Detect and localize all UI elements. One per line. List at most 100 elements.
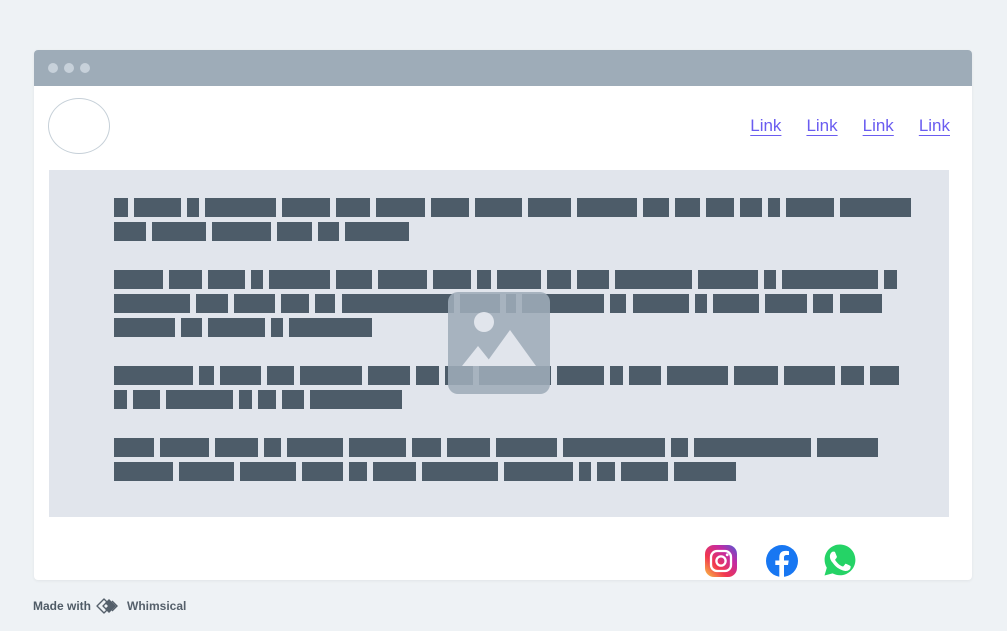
- text-placeholder-block: [870, 366, 899, 385]
- text-placeholder-block: [884, 270, 897, 289]
- text-placeholder-block: [734, 366, 778, 385]
- text-placeholder-block: [782, 270, 878, 289]
- text-placeholder-block: [114, 366, 193, 385]
- text-placeholder-block: [166, 390, 233, 409]
- text-placeholder-block: [378, 270, 427, 289]
- text-placeholder-block: [563, 438, 665, 457]
- text-placeholder-block: [629, 366, 661, 385]
- text-placeholder-block: [765, 294, 807, 313]
- text-placeholder-block: [412, 438, 441, 457]
- text-placeholder-block: [169, 270, 202, 289]
- text-placeholder-block: [282, 198, 330, 217]
- window-titlebar: [34, 50, 972, 86]
- text-placeholder-block: [615, 270, 692, 289]
- text-placeholder-block: [289, 318, 372, 337]
- text-placeholder-block: [179, 462, 234, 481]
- text-placeholder-block: [342, 294, 454, 313]
- text-placeholder-block: [208, 270, 245, 289]
- text-line-placeholder: [114, 462, 914, 481]
- text-placeholder-block: [181, 318, 202, 337]
- text-placeholder-block: [667, 366, 728, 385]
- text-placeholder-block: [786, 198, 834, 217]
- text-placeholder-block: [134, 198, 181, 217]
- text-placeholder-block: [310, 390, 402, 409]
- window-dot-icon: [48, 63, 58, 73]
- text-placeholder-block: [287, 438, 343, 457]
- text-paragraph-placeholder: [114, 198, 914, 246]
- top-nav: Link Link Link Link: [750, 116, 950, 136]
- text-placeholder-block: [373, 462, 416, 481]
- instagram-icon[interactable]: [704, 544, 738, 578]
- text-placeholder-block: [302, 462, 343, 481]
- text-placeholder-block: [698, 270, 758, 289]
- nav-link-2[interactable]: Link: [806, 116, 837, 136]
- text-placeholder-block: [315, 294, 335, 313]
- text-placeholder-block: [318, 222, 339, 241]
- text-placeholder-block: [547, 270, 571, 289]
- text-placeholder-block: [114, 462, 173, 481]
- image-mountains-shape: [462, 330, 536, 366]
- text-placeholder-block: [234, 294, 275, 313]
- text-placeholder-block: [300, 366, 362, 385]
- text-placeholder-block: [740, 198, 762, 217]
- text-placeholder-block: [675, 198, 700, 217]
- text-placeholder-block: [840, 198, 911, 217]
- text-placeholder-block: [577, 270, 609, 289]
- text-placeholder-block: [817, 438, 878, 457]
- text-placeholder-block: [187, 198, 199, 217]
- text-placeholder-block: [713, 294, 759, 313]
- text-placeholder-block: [695, 294, 707, 313]
- text-placeholder-block: [643, 198, 669, 217]
- nav-link-1[interactable]: Link: [750, 116, 781, 136]
- whatsapp-icon[interactable]: [823, 543, 857, 577]
- text-placeholder-block: [557, 366, 604, 385]
- text-placeholder-block: [114, 390, 127, 409]
- text-placeholder-block: [205, 198, 276, 217]
- text-placeholder-block: [694, 438, 811, 457]
- text-placeholder-block: [277, 222, 312, 241]
- text-placeholder-block: [528, 198, 571, 217]
- text-line-placeholder: [114, 438, 914, 457]
- image-placeholder-icon: [448, 292, 550, 394]
- nav-link-3[interactable]: Link: [863, 116, 894, 136]
- text-line-placeholder: [114, 222, 914, 241]
- text-placeholder-block: [422, 462, 498, 481]
- text-placeholder-block: [281, 294, 309, 313]
- text-placeholder-block: [114, 270, 163, 289]
- text-placeholder-block: [271, 318, 283, 337]
- made-with-badge[interactable]: Made with Whimsical: [33, 598, 186, 614]
- text-placeholder-block: [504, 462, 573, 481]
- text-placeholder-block: [114, 294, 190, 313]
- text-placeholder-block: [282, 390, 304, 409]
- text-placeholder-block: [114, 438, 154, 457]
- text-placeholder-block: [368, 366, 410, 385]
- logo-placeholder[interactable]: [48, 98, 110, 154]
- text-placeholder-block: [349, 462, 367, 481]
- text-placeholder-block: [220, 366, 261, 385]
- text-placeholder-block: [240, 462, 296, 481]
- text-placeholder-block: [196, 294, 228, 313]
- text-placeholder-block: [621, 462, 668, 481]
- content-area: [49, 170, 949, 517]
- text-placeholder-block: [431, 198, 469, 217]
- text-placeholder-block: [784, 366, 835, 385]
- nav-link-4[interactable]: Link: [919, 116, 950, 136]
- text-placeholder-block: [239, 390, 252, 409]
- text-placeholder-block: [152, 222, 206, 241]
- window-dot-icon: [64, 63, 74, 73]
- text-placeholder-block: [706, 198, 734, 217]
- text-placeholder-block: [841, 366, 864, 385]
- text-placeholder-block: [349, 438, 406, 457]
- browser-window: Link Link Link Link: [34, 50, 972, 580]
- text-placeholder-block: [477, 270, 491, 289]
- text-placeholder-block: [133, 390, 160, 409]
- facebook-icon[interactable]: [765, 544, 799, 578]
- text-placeholder-block: [579, 462, 591, 481]
- text-placeholder-block: [497, 270, 541, 289]
- text-placeholder-block: [610, 366, 623, 385]
- text-placeholder-block: [208, 318, 265, 337]
- text-placeholder-block: [633, 294, 689, 313]
- text-placeholder-block: [336, 198, 370, 217]
- text-placeholder-block: [114, 198, 128, 217]
- text-placeholder-block: [251, 270, 263, 289]
